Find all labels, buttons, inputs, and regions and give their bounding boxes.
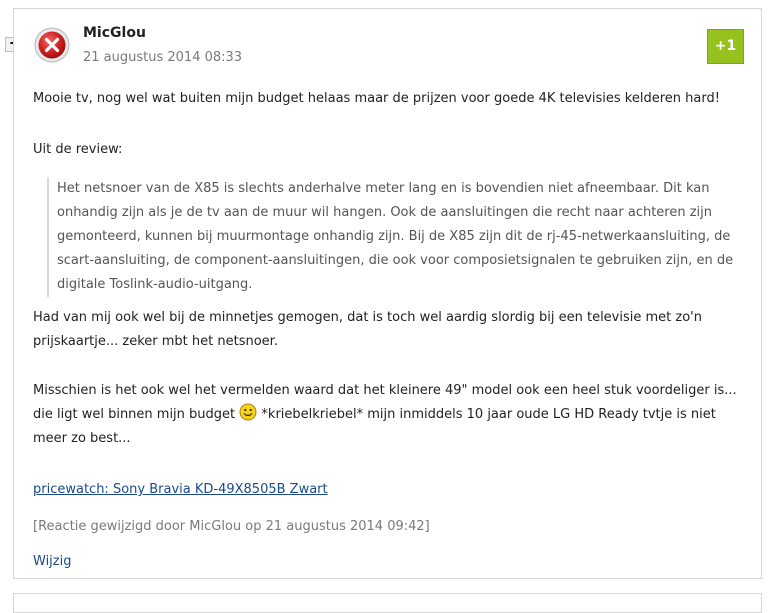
pricewatch-link[interactable]: pricewatch: Sony Bravia KD-49X8505B Zwar…: [33, 478, 328, 501]
comment-paragraph: Misschien is het ook wel het vermelden w…: [33, 379, 751, 451]
review-quote: Het netsnoer van de X85 is slechts ander…: [47, 177, 757, 297]
comment-username[interactable]: MicGlou: [83, 25, 146, 41]
edited-note: [Reactie gewijzigd door MicGlou op 21 au…: [33, 519, 430, 534]
edit-link[interactable]: Wijzig: [33, 550, 71, 573]
comment-card: MicGlou 21 augustus 2014 08:33 +1 Mooie …: [13, 8, 762, 579]
error-x-icon: [34, 27, 70, 63]
comment-paragraph: Uit de review:: [33, 142, 123, 157]
comment-paragraph: Mooie tv, nog wel wat buiten mijn budget…: [33, 91, 720, 106]
smiley-icon: [239, 403, 257, 421]
comment-paragraph: Had van mij ook wel bij de minnetjes gem…: [33, 310, 702, 349]
comment-timestamp: 21 augustus 2014 08:33: [83, 50, 243, 65]
upvote-button[interactable]: +1: [707, 29, 744, 64]
next-comment-card: [13, 593, 762, 613]
